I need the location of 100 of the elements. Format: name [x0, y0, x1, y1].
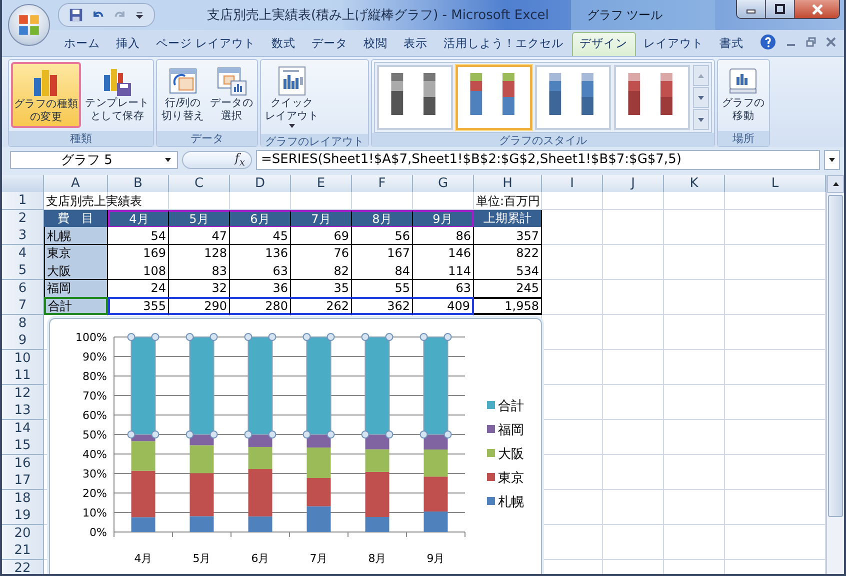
- ribbon-tab[interactable]: 表示: [396, 32, 436, 56]
- table-cell: 357: [516, 228, 539, 242]
- column-header[interactable]: L: [725, 175, 826, 192]
- axis-label: 50%: [82, 428, 107, 442]
- column-header[interactable]: J: [603, 175, 664, 192]
- ribbon-tab[interactable]: データ: [304, 32, 356, 56]
- axis-label: 5月: [192, 552, 211, 565]
- ribbon-tab[interactable]: ページ レイアウト: [148, 32, 264, 56]
- legend-label: 東京: [498, 471, 524, 486]
- axis-label: 30%: [82, 468, 107, 480]
- formula-field[interactable]: =SERIES(Sheet1!$A$7,Sheet1!$B$2:$G$2,Sheet1!$B$7:$G$7,5): [256, 150, 820, 170]
- row-header[interactable]: 13: [2, 402, 44, 420]
- group-label: グラフのスタイル: [372, 133, 714, 148]
- table-cell: 合計: [48, 299, 72, 313]
- legend-label: 福岡: [498, 423, 524, 438]
- table-cell: 32: [212, 281, 227, 295]
- row-header[interactable]: 9: [2, 332, 44, 350]
- table-cell: 東京: [47, 246, 71, 260]
- ribbon-tab[interactable]: 校閲: [356, 32, 396, 56]
- table-cell: 290: [204, 299, 227, 313]
- ribbon-tab[interactable]: 活用しよう！エクセル: [436, 32, 572, 56]
- column-header[interactable]: I: [542, 175, 603, 192]
- table-cell: 福岡: [47, 281, 71, 295]
- row-header[interactable]: 21: [2, 542, 44, 560]
- group-label: データ: [157, 131, 258, 146]
- unit-label: 単位:百万円: [475, 194, 540, 208]
- ribbon-tab[interactable]: 数式: [264, 32, 304, 56]
- table-cell: 63: [456, 281, 471, 295]
- table-cell: 36: [272, 281, 288, 295]
- table-cell: 822: [516, 246, 539, 260]
- table-cell: 大阪: [47, 264, 71, 278]
- row-header[interactable]: 1: [2, 192, 44, 210]
- ribbon-tab[interactable]: 挿入: [108, 32, 148, 56]
- column-header[interactable]: K: [664, 175, 725, 192]
- axis-label: 8月: [368, 552, 386, 565]
- row-header[interactable]: 17: [2, 472, 44, 490]
- axis-label: 90%: [82, 350, 107, 364]
- column-header[interactable]: C: [169, 175, 230, 192]
- table-cell: 86: [456, 228, 471, 242]
- row-header[interactable]: 19: [2, 507, 44, 524]
- table-cell: 56: [394, 228, 410, 242]
- table-cell: 45: [272, 228, 288, 242]
- row-header[interactable]: 4: [2, 244, 44, 262]
- table-cell: 355: [143, 299, 166, 313]
- table-cell: 47: [212, 228, 227, 242]
- row-header[interactable]: 20: [2, 524, 44, 542]
- table-cell: 280: [265, 299, 288, 313]
- row-header[interactable]: 7: [2, 297, 44, 314]
- table-cell: 167: [387, 246, 410, 260]
- table-cell: 245: [516, 281, 539, 295]
- row-header[interactable]: 3: [2, 227, 44, 244]
- row-header[interactable]: 14: [2, 420, 44, 437]
- row-header[interactable]: 18: [2, 490, 44, 507]
- table-cell: 409: [447, 299, 470, 313]
- column-header[interactable]: G: [413, 175, 474, 192]
- row-header[interactable]: 2: [2, 210, 44, 227]
- row-header[interactable]: 15: [2, 437, 44, 454]
- ribbon-button[interactable]: グラフの種類 の変更: [11, 62, 82, 128]
- table-cell: 128: [204, 246, 227, 260]
- column-header[interactable]: A: [44, 175, 108, 192]
- table-cell: 55: [394, 281, 410, 295]
- column-header[interactable]: F: [352, 175, 413, 192]
- ribbon-tab[interactable]: レイアウト: [636, 32, 712, 56]
- column-header[interactable]: B: [108, 175, 169, 192]
- row-header[interactable]: 8: [2, 314, 44, 332]
- axis-label: 20%: [82, 487, 107, 500]
- row-header[interactable]: 5: [2, 262, 44, 280]
- insert-function-button[interactable]: f$_{x}$: [234, 151, 245, 169]
- table-header-cell: 7月: [311, 212, 331, 226]
- row-header[interactable]: 22: [2, 560, 44, 574]
- axis-label: 7月: [310, 552, 328, 565]
- ribbon-button[interactable]: クイック レイアウト: [263, 62, 321, 134]
- sheet-title: 支店別売上実績表: [45, 194, 142, 208]
- legend-label: 札幌: [498, 495, 524, 510]
- row-header[interactable]: 16: [2, 454, 44, 472]
- table-header-cell: 上期累計: [484, 211, 532, 225]
- table-header-cell: 費 目: [58, 211, 94, 225]
- table-header-cell: 6月: [250, 212, 270, 226]
- row-header[interactable]: 11: [2, 367, 44, 384]
- group-label: 場所: [718, 131, 769, 146]
- ribbon-button[interactable]: テンプレート として保存: [83, 62, 152, 126]
- row-header[interactable]: 10: [2, 350, 44, 367]
- ribbon-button[interactable]: データの 選択: [208, 62, 256, 126]
- table-header-cell: 5月: [189, 212, 209, 226]
- column-header[interactable]: E: [291, 175, 352, 192]
- table-cell: 69: [334, 228, 349, 242]
- column-header[interactable]: H: [474, 175, 542, 192]
- column-header[interactable]: D: [230, 175, 291, 192]
- ribbon-tab[interactable]: デザイン: [572, 32, 636, 56]
- axis-label: 70%: [82, 390, 107, 402]
- row-header[interactable]: 6: [2, 280, 44, 297]
- ribbon-tab[interactable]: 書式: [712, 32, 752, 56]
- ribbon-tab[interactable]: ホーム: [56, 32, 108, 56]
- ribbon-button[interactable]: 行/列の 切り替え: [159, 62, 206, 126]
- row-header[interactable]: 12: [2, 384, 44, 402]
- table-cell: 76: [334, 246, 349, 260]
- ribbon-button[interactable]: グラフの 移動: [720, 62, 767, 126]
- axis-label: 80%: [82, 370, 107, 383]
- name-box[interactable]: グラフ 5: [10, 151, 178, 169]
- chart-area[interactable]: 0% 10% 20% 30% 40% 50% 60% 70% 80% 90% 100% 4月 5月 6月 7月 8月 9月 合計 福岡 大阪 東京 札幌: [49, 318, 542, 574]
